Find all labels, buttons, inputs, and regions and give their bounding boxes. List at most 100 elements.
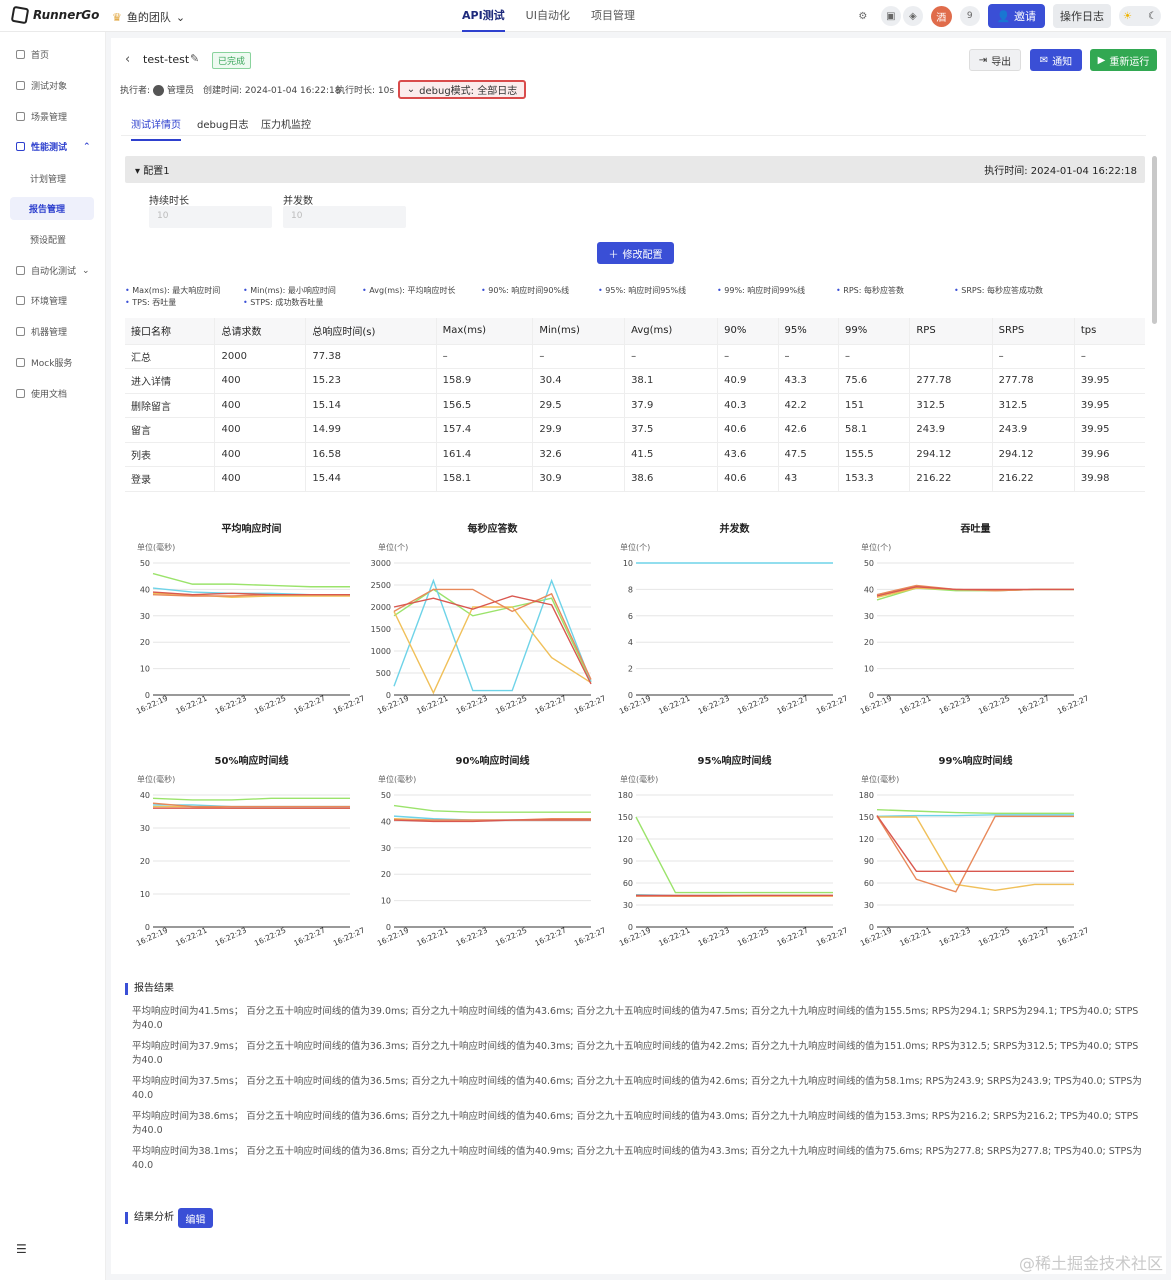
table-cell: 37.5 [624,417,718,443]
sidebar-item-home[interactable]: 首页 [16,48,49,61]
sidebar-item-label: 使用文档 [31,390,68,400]
edit-pencil-icon[interactable]: ✎ [190,52,199,65]
x-tick-label: 16:22:27 [775,693,810,715]
y-tick-label: 150 [859,813,874,822]
x-tick-label: 16:22:25 [253,693,288,715]
table-cell: 42.6 [777,417,839,443]
table-cell: 39.95 [1073,368,1145,394]
invite-label: 邀请 [1014,10,1036,23]
table-cell: – [532,344,625,369]
table-cell: 42.2 [777,393,839,418]
sidebar-item-environments[interactable]: 环境管理 [16,294,67,307]
layout-icon[interactable]: ▣ [880,6,901,26]
column-header: 99% [837,318,910,345]
environment-icon [16,296,25,305]
y-tick-label: 30 [140,824,150,833]
avatar[interactable]: 酒 [930,5,952,27]
table-cell: 40.6 [717,466,779,492]
line-chart: 90%响应时间线单位(毫秒)0102030405016:22:19 16:22:2… [376,754,608,948]
table-cell: 41.5 [624,442,718,467]
x-tick-label: 16:22:27 [332,693,367,715]
collapse-sidebar-icon[interactable]: ☰ [16,1242,27,1256]
sidebar-item-presets[interactable]: 预设配置 [30,233,66,246]
sidebar-item-scenes[interactable]: 场景管理 [16,110,67,123]
x-tick-label: 16:22:19 [135,925,170,947]
table-cell: – [717,344,779,369]
x-tick-label: 16:22:25 [494,693,529,715]
x-tick-label: 16:22:19 [135,693,170,715]
tab-machine-monitor[interactable]: 压力机监控 [261,116,311,131]
y-tick-label: 10 [381,897,391,906]
rerun-button[interactable]: ▶ 重新运行 [1090,49,1157,71]
cube-icon[interactable]: ◈ [902,6,923,26]
debug-mode-select[interactable]: ⌄ debug模式: 全部日志 [398,80,526,99]
tab-test-details[interactable]: 测试详情页 [131,116,181,141]
y-tick-label: 60 [864,879,874,888]
x-tick-label: 16:22:27 [1056,925,1091,947]
sidebar-item-label: Mock服务 [31,359,73,369]
export-button[interactable]: ⇥ 导出 [969,49,1021,71]
y-tick-label: 500 [376,669,391,678]
sidebar-item-automation[interactable]: 自动化测试 ⌄ [16,264,90,277]
sidebar-item-docs[interactable]: 使用文档 [16,387,67,400]
column-header: SRPS [991,318,1075,345]
table-cell: 294.12 [909,442,993,467]
x-tick-label: 16:22:21 [657,693,692,715]
sidebar-item-label: 机器管理 [31,328,68,338]
table-cell: 43.3 [777,368,839,394]
tab-project-management[interactable]: 项目管理 [591,0,635,32]
table-cell: 294.12 [991,442,1075,467]
table-cell: 15.14 [305,393,437,418]
sidebar-item-test-objects[interactable]: 测试对象 [16,79,67,92]
y-tick-label: 0 [386,923,391,932]
y-tick-label: 180 [618,791,633,800]
x-tick-label: 16:22:21 [898,693,933,715]
table-row: 登录 400 15.44 158.1 30.9 38.6 40.6 43 153.3 216.22… [125,466,1145,492]
back-arrow-icon[interactable]: ‹ [125,52,130,67]
table-cell: 39.95 [1073,393,1145,418]
x-tick-label: 16:22:27 [1056,693,1091,715]
concurrency-field: 10 [283,206,406,228]
vertical-scrollbar[interactable] [1152,156,1157,324]
table-row: 进入详情 400 15.23 158.9 30.4 38.1 40.9 43.3 75.6 277… [125,368,1145,394]
report-result-line: 平均响应时间为41.5ms； 百分之五十响应时间线的值为39.0ms; 百分之九… [132,1006,1139,1031]
invite-button[interactable]: 👤 邀请 [987,4,1045,28]
table-cell: 400 [214,466,306,492]
tab-ui-automation[interactable]: UI自动化 [526,0,570,32]
modify-config-button[interactable]: ＋修改配置 [597,242,674,264]
sidebar-item-performance[interactable]: 性能测试 ⌃ [16,140,91,153]
y-tick-label: 10 [623,559,633,568]
member-count[interactable]: 9 [959,6,980,26]
operation-log-button[interactable]: 操作日志 [1053,4,1111,28]
table-cell: 14.99 [305,417,437,443]
team-name: 鱼的团队 [126,11,171,24]
sidebar-item-mock[interactable]: Mock服务 [16,356,72,369]
tab-debug-log[interactable]: debug日志 [197,116,249,131]
sidebar-item-plans[interactable]: 计划管理 [30,172,66,185]
edit-analysis-button[interactable]: 编辑 [178,1208,213,1228]
config-exec-time: 执行时间: 2024-01-04 16:22:18 [984,166,1137,177]
app-logo[interactable]: RunnerGo [10,5,99,25]
chevron-down-icon: ⌄ [82,265,90,276]
table-cell: 277.78 [909,368,993,394]
chart-title: 90%响应时间线 [456,754,530,767]
chart-title: 平均响应时间 [222,522,282,535]
y-tick-label: 120 [618,835,633,844]
series-line [876,808,1074,815]
table-cell: 158.1 [435,466,533,492]
analysis-heading: 结果分析 [125,1212,174,1224]
sidebar-item-reports[interactable]: 报告管理 [10,197,94,220]
notify-label: 通知 [1052,56,1073,68]
notify-button[interactable]: ✉ 通知 [1030,49,1082,71]
team-switcher[interactable]: ♛ 鱼的团队 ⌄ [112,9,185,25]
theme-toggle[interactable]: ☀ ☾ [1119,6,1161,26]
tab-api-test[interactable]: API测试 [462,0,505,32]
config-header[interactable]: ▾ 配置1 执行时间: 2024-01-04 16:22:18 [125,156,1145,183]
plus-icon: ＋ [608,249,619,261]
series-line [152,797,350,801]
plugin-icon[interactable]: ⚙ [853,6,873,26]
table-cell: 40.9 [717,368,779,394]
sidebar-item-machines[interactable]: 机器管理 [16,325,67,338]
column-header: RPS [909,318,993,345]
y-tick-label: 0 [386,691,391,700]
